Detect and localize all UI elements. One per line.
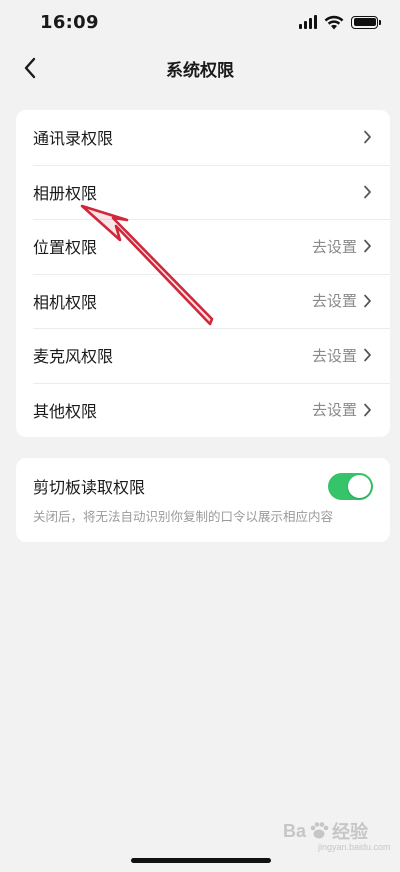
permission-row-contacts[interactable]: 通讯录权限 <box>16 110 390 165</box>
paw-icon <box>310 822 329 839</box>
permission-row-camera[interactable]: 相机权限 去设置 <box>16 273 390 329</box>
wifi-icon <box>324 15 344 29</box>
status-time: 16:09 <box>40 11 99 33</box>
clipboard-card: 剪切板读取权限 关闭后，将无法自动识别你复制的口令以展示相应内容 <box>16 458 390 542</box>
chevron-right-icon <box>364 403 371 417</box>
chevron-right-icon <box>364 185 371 199</box>
status-icons <box>299 15 381 30</box>
chevron-right-icon <box>364 348 371 362</box>
back-button[interactable] <box>10 48 50 88</box>
permission-label: 麦克风权限 <box>33 347 114 367</box>
permission-row-album[interactable]: 相册权限 <box>16 164 390 220</box>
signal-icon <box>299 15 317 29</box>
go-settings-link[interactable]: 去设置 <box>312 290 357 311</box>
clipboard-description: 关闭后，将无法自动识别你复制的口令以展示相应内容 <box>33 509 334 524</box>
clipboard-title: 剪切板读取权限 <box>33 478 146 497</box>
battery-level <box>353 18 376 26</box>
permission-label: 其他权限 <box>33 401 98 421</box>
go-settings-link[interactable]: 去设置 <box>312 345 357 366</box>
watermark-url: jingyan.baidu.com <box>318 842 391 852</box>
permission-row-microphone[interactable]: 麦克风权限 去设置 <box>16 328 390 383</box>
permission-label: 相机权限 <box>33 292 98 312</box>
go-settings-link[interactable]: 去设置 <box>312 399 357 420</box>
go-settings-link[interactable]: 去设置 <box>312 236 357 257</box>
permission-row-other[interactable]: 其他权限 去设置 <box>16 382 390 438</box>
permission-label: 通讯录权限 <box>33 129 114 149</box>
toggle-knob <box>348 474 371 498</box>
chevron-right-icon <box>364 130 371 144</box>
permissions-card: 通讯录权限 相册权限 位置权限 去设置 相机权限 去设置 麦克风权限 去设置 其… <box>16 110 390 437</box>
chevron-left-icon <box>24 57 36 79</box>
screen: 16:09 系统权限 通讯录权限 相册权限 位置权限 去设置 相机权限 去设置 … <box>0 0 400 872</box>
chevron-right-icon <box>364 239 371 253</box>
permission-label: 位置权限 <box>33 238 98 258</box>
permission-row-location[interactable]: 位置权限 去设置 <box>16 219 390 274</box>
permission-label: 相册权限 <box>33 183 98 203</box>
chevron-right-icon <box>364 294 371 308</box>
nav-bar: 系统权限 <box>0 44 400 92</box>
clipboard-row: 剪切板读取权限 <box>33 472 373 500</box>
watermark-logo: Ba 经验 <box>283 820 369 843</box>
page-title: 系统权限 <box>166 60 234 81</box>
clipboard-toggle[interactable] <box>328 472 373 500</box>
status-bar: 16:09 <box>0 0 400 44</box>
battery-icon <box>351 15 381 29</box>
home-indicator[interactable] <box>131 858 271 863</box>
